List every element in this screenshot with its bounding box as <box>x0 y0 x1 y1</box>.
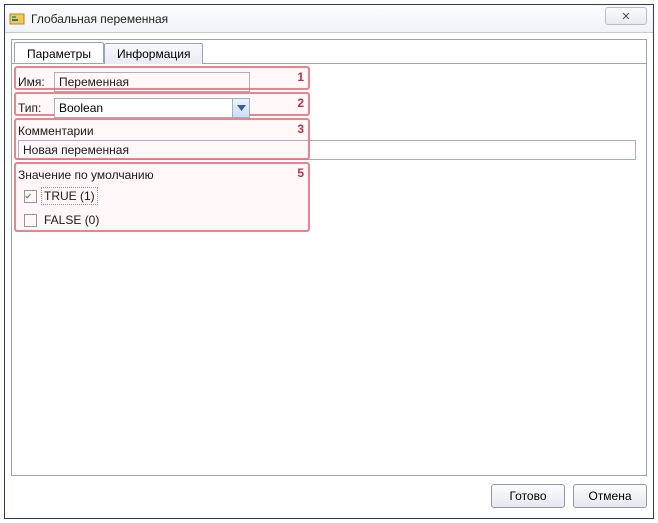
true-checkbox[interactable] <box>24 190 37 203</box>
close-icon: ✕ <box>621 10 630 23</box>
false-label: FALSE (0) <box>41 211 102 229</box>
name-input[interactable] <box>54 72 250 92</box>
cancel-button[interactable]: Отмена <box>573 484 647 508</box>
false-option-row[interactable]: FALSE (0) <box>24 210 640 230</box>
tab-info[interactable]: Информация <box>104 43 203 64</box>
type-value: Boolean <box>55 101 232 115</box>
name-label: Имя: <box>18 75 54 89</box>
true-option-row[interactable]: TRUE (1) <box>24 186 640 206</box>
type-combobox[interactable]: Boolean <box>54 98 250 118</box>
tab-parameters[interactable]: Параметры <box>14 42 104 63</box>
comments-label: Комментарии <box>18 124 640 138</box>
window-title: Глобальная переменная <box>31 12 168 26</box>
type-label: Тип: <box>18 101 54 115</box>
ok-button[interactable]: Готово <box>491 484 565 508</box>
tabbar: Параметры Информация <box>12 40 646 64</box>
comments-input[interactable] <box>18 140 636 160</box>
dialog-window: Глобальная переменная ✕ Параметры Информ… <box>4 4 654 519</box>
dialog-body: Параметры Информация 1 2 3 5 Имя: <box>11 39 647 476</box>
titlebar: Глобальная переменная ✕ <box>5 5 653 33</box>
close-button[interactable]: ✕ <box>605 7 647 25</box>
dialog-footer: Готово Отмена <box>11 480 647 512</box>
app-icon <box>9 11 25 27</box>
true-label: TRUE (1) <box>41 187 98 205</box>
tab-content: 1 2 3 5 Имя: Тип: Boolean <box>12 64 646 475</box>
false-checkbox[interactable] <box>24 214 37 227</box>
chevron-down-icon[interactable] <box>232 99 249 117</box>
default-value-label: Значение по умолчанию <box>18 168 640 182</box>
